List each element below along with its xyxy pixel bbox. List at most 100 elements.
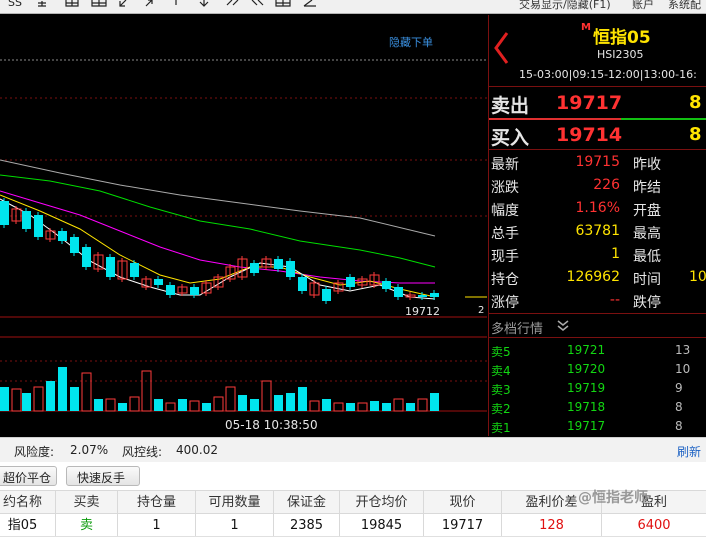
sell-price[interactable]: 19717 bbox=[556, 92, 622, 114]
risk-label: 风险度: bbox=[14, 445, 55, 459]
volume-bar bbox=[382, 403, 391, 411]
table-row[interactable]: 指05 卖 1 1 2385 19845 19717 128 6400 bbox=[0, 514, 706, 537]
candle-body bbox=[286, 261, 295, 277]
risk-bar: 风险度: 2.07% 风控线: 400.02 刷新 bbox=[0, 437, 706, 462]
volume-bar bbox=[213, 396, 224, 412]
stat-label: 幅度 bbox=[491, 203, 519, 219]
depth-level: 19721 bbox=[567, 343, 606, 357]
col-open-avg[interactable]: 开仓均价 bbox=[340, 491, 424, 513]
col-available[interactable]: 可用数量 bbox=[196, 491, 274, 513]
candle-body bbox=[394, 287, 403, 297]
trading-sessions: 15-03:00|09:15-12:00|13:00-16: bbox=[519, 68, 697, 81]
depth-level: 卖1 bbox=[491, 421, 511, 435]
cell-qty: 1 bbox=[118, 514, 196, 536]
refresh-link[interactable]: 刷新 bbox=[677, 443, 701, 460]
col-side[interactable]: 买卖 bbox=[56, 491, 118, 513]
svg-text:SS: SS bbox=[8, 0, 22, 9]
candle-body bbox=[106, 257, 115, 277]
depth-level: 10 bbox=[675, 362, 691, 376]
back-arrow-icon[interactable] bbox=[491, 31, 511, 67]
watermark: @恒指老师 bbox=[578, 490, 648, 506]
volume-bar bbox=[33, 386, 44, 412]
sell-label: 卖出 bbox=[491, 95, 530, 117]
stat-label: 最高 bbox=[633, 226, 661, 242]
volume-bar bbox=[370, 401, 379, 411]
depth-level: 8 bbox=[675, 419, 683, 433]
stat-label: 跌停 bbox=[633, 295, 661, 311]
arrow-up-right-icon[interactable] bbox=[145, 0, 153, 7]
chevron-down-icon[interactable] bbox=[557, 320, 569, 332]
volume-bar bbox=[11, 388, 22, 412]
instrument-name: 恒指05 bbox=[593, 28, 651, 48]
instrument-code: HSI2305 bbox=[597, 48, 644, 61]
volume-bar bbox=[105, 398, 116, 412]
close-position-button[interactable]: 超价平仓 bbox=[0, 466, 57, 486]
col-name[interactable]: 约名称 bbox=[0, 491, 56, 513]
candle-body bbox=[250, 263, 259, 273]
col-qty[interactable]: 持仓量 bbox=[118, 491, 196, 513]
cell-name: 指05 bbox=[0, 514, 56, 536]
col-margin[interactable]: 保证金 bbox=[274, 491, 340, 513]
depth-level: 卖5 bbox=[491, 345, 511, 359]
double-right-icon[interactable] bbox=[251, 0, 264, 6]
stat-label: 时间 bbox=[633, 272, 661, 288]
layers-icon[interactable] bbox=[65, 0, 79, 7]
stat-value: 19715 bbox=[575, 154, 620, 170]
stat-value: 1.16% bbox=[575, 200, 620, 216]
table-icon[interactable] bbox=[275, 0, 291, 7]
ma60-line bbox=[0, 174, 436, 268]
kline-chart[interactable]: 19712 2 05-18 10:38:50 隐藏下单 bbox=[0, 15, 487, 436]
chart-type-icon[interactable]: SS bbox=[8, 0, 22, 9]
depth-level: 19720 bbox=[567, 362, 606, 376]
arrow-down-left-icon[interactable] bbox=[119, 0, 127, 7]
arrow-down-icon[interactable] bbox=[199, 0, 209, 7]
depth-level: 8 bbox=[675, 400, 683, 414]
pen-icon[interactable] bbox=[303, 0, 316, 7]
volume-bar bbox=[178, 399, 187, 411]
depth-level: 9 bbox=[675, 381, 683, 395]
stat-label: 昨收 bbox=[633, 157, 661, 173]
buy-price[interactable]: 19714 bbox=[556, 124, 622, 146]
volume-bar bbox=[94, 399, 103, 411]
volume-bar bbox=[189, 400, 200, 412]
cell-available: 1 bbox=[196, 514, 274, 536]
volume-bar bbox=[202, 403, 211, 411]
double-left-icon[interactable] bbox=[226, 0, 239, 6]
volume-bar bbox=[141, 370, 152, 412]
candle-body bbox=[418, 295, 427, 297]
candle-body bbox=[154, 279, 163, 285]
volume-bar bbox=[261, 380, 272, 412]
crosshair-time-label: 05-18 10:38:50 bbox=[225, 418, 318, 432]
volume-bar bbox=[346, 403, 355, 411]
control-line-value: 400.02 bbox=[176, 443, 218, 457]
menu-trade-toggle[interactable]: 交易显示/隐藏(F1) bbox=[519, 0, 611, 12]
quick-reverse-button[interactable]: 快速反手 bbox=[66, 466, 140, 486]
ma120-line bbox=[0, 159, 436, 237]
volume-bar bbox=[430, 393, 439, 411]
cell-profit: 6400 bbox=[637, 518, 671, 533]
volume-bar bbox=[22, 393, 31, 411]
menu-account[interactable]: 账户 bbox=[632, 0, 654, 12]
cell-open-avg: 19845 bbox=[340, 514, 424, 536]
text-icon[interactable] bbox=[38, 1, 46, 7]
volume-bar bbox=[250, 399, 259, 411]
hide-order-link[interactable]: 隐藏下单 bbox=[389, 34, 433, 50]
volume-bar bbox=[393, 398, 404, 412]
volume-bar bbox=[225, 386, 236, 412]
depth-level: 卖4 bbox=[491, 364, 511, 378]
col-price[interactable]: 现价 bbox=[424, 491, 502, 513]
menu-system[interactable]: 系统配 bbox=[668, 0, 701, 12]
candle-body bbox=[58, 231, 67, 241]
volume-bar bbox=[154, 399, 163, 411]
sell-qty: 8 bbox=[689, 92, 702, 113]
top-toolbar: SS 交易显示/隐藏(F1) 账户 系统配 bbox=[0, 0, 706, 14]
grid-icon[interactable] bbox=[91, 0, 107, 7]
depth-title[interactable]: 多档行情 bbox=[491, 318, 543, 337]
depth-level: 19719 bbox=[567, 381, 606, 395]
stat-label: 涨停 bbox=[491, 295, 519, 311]
volume-bar bbox=[417, 398, 428, 412]
buy-qty: 8 bbox=[689, 124, 702, 145]
cell-spread: 128 bbox=[502, 514, 602, 536]
candle-body bbox=[70, 237, 79, 253]
volume-bar bbox=[238, 395, 247, 411]
